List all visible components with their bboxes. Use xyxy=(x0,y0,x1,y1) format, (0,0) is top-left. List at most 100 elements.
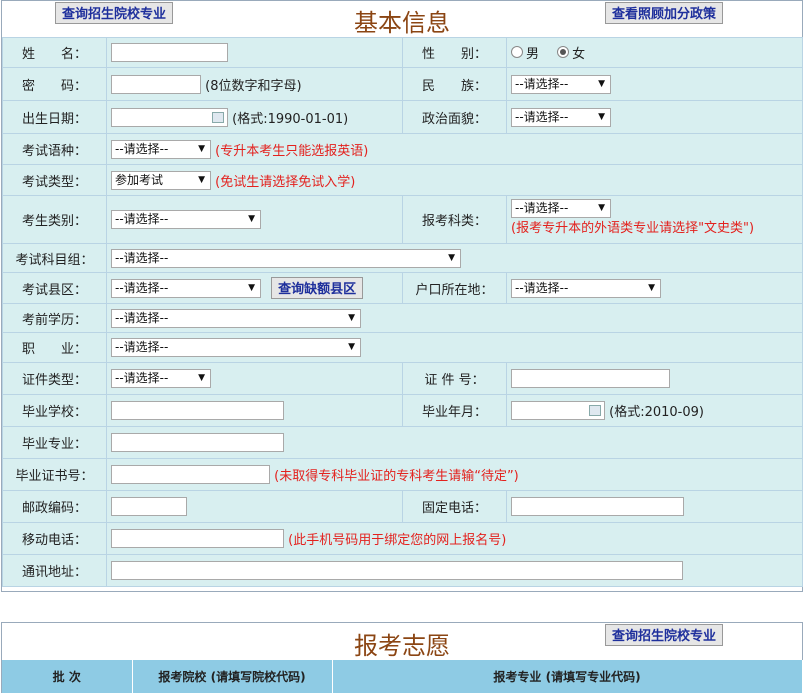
gender-male-label: 男 xyxy=(526,47,540,62)
county-label: 考试县区： xyxy=(2,272,107,304)
education-label: 考前学历： xyxy=(2,303,107,333)
postcode-label: 邮政编码： xyxy=(2,490,107,523)
chevron-down-icon: ▼ xyxy=(598,78,605,89)
idno-input[interactable] xyxy=(511,369,670,388)
col-school: 报考院校 (请填写院校代码) xyxy=(132,660,333,693)
form-row: 密 码： (8位数字和字母) 民 族： --请选择-- ▼ xyxy=(2,67,803,101)
form-row: 姓 名： 性 别： 男 女 xyxy=(2,37,803,68)
basic-info-panel: 查询招生院校专业 基本信息 查看照顾加分政策 姓 名： 性 别： 男 女 密 码… xyxy=(1,0,803,592)
gradmonth-hint: (格式:2010-09) xyxy=(609,405,704,420)
gender-male-radio[interactable] xyxy=(511,45,523,58)
subjgroup-select[interactable]: --请选择-- ▼ xyxy=(111,248,461,268)
calendar-icon[interactable] xyxy=(212,111,224,123)
phone-input[interactable] xyxy=(511,497,684,516)
examtype-select[interactable]: 参加考试 ▼ xyxy=(111,170,211,190)
chevron-down-icon: ▼ xyxy=(448,252,455,263)
query-vacant-county-button[interactable]: 查询缺额县区 xyxy=(271,277,364,299)
idtype-select[interactable]: --请选择-- ▼ xyxy=(111,369,211,388)
form-row: 考试科目组： --请选择-- ▼ xyxy=(2,243,803,273)
form-row: 毕业证书号： (未取得专科毕业证的专科考生请输“待定”) xyxy=(2,458,803,491)
school-input[interactable] xyxy=(111,401,284,420)
language-hint: (专升本考生只能选报英语) xyxy=(215,143,369,159)
name-input[interactable] xyxy=(111,43,228,62)
mobile-input[interactable] xyxy=(111,529,284,548)
form-row: 考前学历： --请选择-- ▼ xyxy=(2,303,803,333)
chevron-down-icon: ▼ xyxy=(348,312,355,323)
subjgroup-label: 考试科目组： xyxy=(2,243,107,273)
postcode-input[interactable] xyxy=(111,497,187,516)
ethnicity-label: 民 族： xyxy=(402,67,507,101)
basic-info-form: 姓 名： 性 别： 男 女 密 码： (8位数字和字母) 民 族： --请选择-… xyxy=(2,37,803,587)
form-row: 考试县区： --请选择-- ▼ 查询缺额县区 户口所在地： --请选择-- ▼ xyxy=(2,272,803,304)
examtype-label: 考试类型： xyxy=(2,164,107,196)
mobile-hint: (此手机号码用于绑定您的网上报名号) xyxy=(288,533,507,548)
password-input[interactable] xyxy=(111,74,201,94)
volunteer-query-school-button[interactable]: 查询招生院校专业 xyxy=(605,624,724,646)
subjtype-label: 报考科类： xyxy=(402,195,507,244)
chevron-down-icon: ▼ xyxy=(598,111,605,122)
gradmonth-input[interactable] xyxy=(511,401,605,420)
form-row: 考试语种： --请选择-- ▼ (专升本考生只能选报英语) xyxy=(2,133,803,165)
language-label: 考试语种： xyxy=(2,133,107,165)
form-row: 证件类型： --请选择-- ▼ 证 件 号： xyxy=(2,362,803,395)
hukou-select[interactable]: --请选择-- ▼ xyxy=(511,278,661,298)
county-select[interactable]: --请选择-- ▼ xyxy=(111,278,261,298)
major-label: 毕业专业： xyxy=(2,426,107,459)
category-label: 考生类别： xyxy=(2,195,107,244)
birth-date-input[interactable] xyxy=(111,107,228,127)
chevron-down-icon: ▼ xyxy=(248,282,255,293)
chevron-down-icon: ▼ xyxy=(348,342,355,352)
mobile-label: 移动电话： xyxy=(2,522,107,555)
form-row: 职 业： --请选择-- ▼ xyxy=(2,332,803,363)
occupation-select[interactable]: --请选择-- ▼ xyxy=(111,338,361,357)
idno-label: 证 件 号： xyxy=(402,362,507,395)
idtype-label: 证件类型： xyxy=(2,362,107,395)
hukou-label: 户口所在地： xyxy=(402,272,507,304)
chevron-down-icon: ▼ xyxy=(598,203,605,214)
form-row: 出生日期： (格式:1990-01-01) 政治面貌： --请选择-- ▼ xyxy=(2,100,803,134)
birth-label: 出生日期： xyxy=(2,100,107,134)
volunteer-panel: 报考志愿 查询招生院校专业 批 次 报考院校 (请填写院校代码) 报考专业 (请… xyxy=(1,622,803,693)
col-major: 报考专业 (请填写专业代码) xyxy=(332,660,803,693)
address-input[interactable] xyxy=(111,561,683,580)
form-row: 通讯地址： xyxy=(2,554,803,587)
address-label: 通讯地址： xyxy=(2,554,107,587)
cert-input[interactable] xyxy=(111,465,270,484)
political-label: 政治面貌： xyxy=(402,100,507,134)
ethnicity-select[interactable]: --请选择-- ▼ xyxy=(511,74,611,94)
basic-info-header: 查询招生院校专业 基本信息 查看照顾加分政策 xyxy=(2,1,802,37)
form-row: 毕业学校： 毕业年月： (格式:2010-09) xyxy=(2,394,803,427)
gradmonth-label: 毕业年月： xyxy=(402,394,507,427)
bonus-policy-button[interactable]: 查看照顾加分政策 xyxy=(605,2,724,24)
form-row: 考生类别： --请选择-- ▼ 报考科类： --请选择-- ▼ (报考专升本的外语类… xyxy=(2,195,803,244)
cert-label: 毕业证书号： xyxy=(2,458,107,491)
name-label: 姓 名： xyxy=(2,37,107,68)
education-select[interactable]: --请选择-- ▼ xyxy=(111,308,361,328)
gender-female-label: 女 xyxy=(572,47,586,62)
col-batch: 批 次 xyxy=(2,660,133,693)
examtype-hint: (免试生请选择免试入学) xyxy=(215,174,356,190)
password-label: 密 码： xyxy=(2,67,107,101)
school-label: 毕业学校： xyxy=(2,394,107,427)
password-hint: (8位数字和字母) xyxy=(205,78,302,94)
chevron-down-icon: ▼ xyxy=(198,174,205,185)
category-select[interactable]: --请选择-- ▼ xyxy=(111,210,261,229)
chevron-down-icon: ▼ xyxy=(198,373,205,383)
subjtype-select[interactable]: --请选择-- ▼ xyxy=(511,199,611,219)
chevron-down-icon: ▼ xyxy=(198,143,205,154)
political-select[interactable]: --请选择-- ▼ xyxy=(511,107,611,127)
chevron-down-icon: ▼ xyxy=(248,214,255,224)
cert-hint: (未取得专科毕业证的专科考生请输“待定”) xyxy=(274,469,519,484)
subjtype-hint: (报考专升本的外语类专业请选择"文史类") xyxy=(511,221,755,237)
form-row: 移动电话： (此手机号码用于绑定您的网上报名号) xyxy=(2,522,803,555)
occupation-label: 职 业： xyxy=(2,332,107,363)
language-select[interactable]: --请选择-- ▼ xyxy=(111,139,211,159)
phone-label: 固定电话： xyxy=(402,490,507,523)
gender-female-radio[interactable] xyxy=(557,45,570,58)
form-row: 毕业专业： xyxy=(2,426,803,459)
calendar-icon[interactable] xyxy=(589,405,601,416)
major-input[interactable] xyxy=(111,433,284,452)
form-row: 考试类型： 参加考试 ▼ (免试生请选择免试入学) xyxy=(2,164,803,196)
chevron-down-icon: ▼ xyxy=(648,282,655,293)
birth-hint: (格式:1990-01-01) xyxy=(232,111,349,127)
